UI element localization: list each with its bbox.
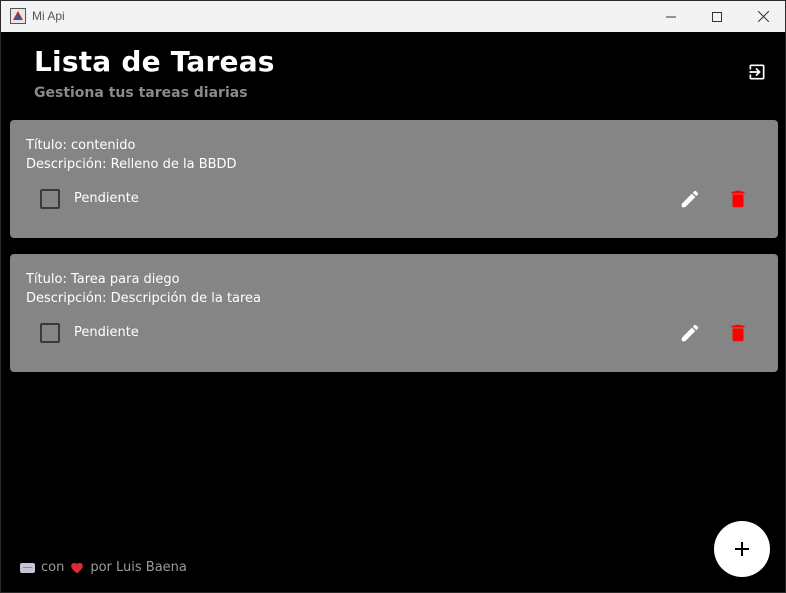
task-complete-checkbox[interactable] xyxy=(40,189,60,209)
add-task-button[interactable] xyxy=(714,521,770,577)
page-title: Lista de Tareas xyxy=(34,45,275,78)
maximize-icon xyxy=(712,11,722,22)
footer-author: por Luis Baena xyxy=(90,560,187,575)
task-description: Relleno de la BBDD xyxy=(110,157,237,172)
task-title-label: Título: xyxy=(26,272,67,287)
page-subtitle: Gestiona tus tareas diarias xyxy=(34,85,248,101)
delete-task-button[interactable] xyxy=(726,321,750,345)
task-title: contenido xyxy=(70,138,136,153)
title-bar[interactable]: Mi Api xyxy=(1,1,785,32)
delete-task-button[interactable] xyxy=(726,187,750,211)
pencil-icon xyxy=(681,324,699,342)
task-status: Pendiente xyxy=(74,191,139,206)
java-app-icon xyxy=(10,8,26,24)
task-description: Descripción de la tarea xyxy=(110,291,262,306)
app-window: Mi Api Lista de Tareas Gestiona tus tare… xyxy=(0,0,786,593)
task-description-label: Descripción: xyxy=(26,157,107,172)
trash-icon xyxy=(731,190,745,208)
task-title-line: Título: Tarea para diego xyxy=(26,272,180,287)
keyboard-icon xyxy=(20,562,35,573)
task-card: Título: Tarea para diego Descripción: De… xyxy=(10,254,778,372)
main-content: Lista de Tareas Gestiona tus tareas diar… xyxy=(1,32,785,592)
plus-icon xyxy=(735,542,749,556)
logout-icon xyxy=(749,64,765,80)
maximize-button[interactable] xyxy=(694,1,740,32)
task-description-line: Descripción: Descripción de la tarea xyxy=(26,291,261,306)
task-description-label: Descripción: xyxy=(26,291,107,306)
minimize-icon xyxy=(666,16,676,17)
edit-task-button[interactable] xyxy=(678,187,702,211)
task-status: Pendiente xyxy=(74,325,139,340)
heart-icon xyxy=(71,562,84,574)
task-title-line: Título: contenido xyxy=(26,138,135,153)
logout-button[interactable] xyxy=(746,61,768,83)
task-complete-checkbox[interactable] xyxy=(40,323,60,343)
close-button[interactable] xyxy=(740,1,786,32)
task-title: Tarea para diego xyxy=(70,272,180,287)
footer-con: con xyxy=(41,560,65,575)
trash-icon xyxy=(731,324,745,342)
window-title: Mi Api xyxy=(32,9,65,23)
minimize-button[interactable] xyxy=(648,1,694,32)
footer-credits: con por Luis Baena xyxy=(20,560,187,575)
pencil-icon xyxy=(681,190,699,208)
task-card: Título: contenido Descripción: Relleno d… xyxy=(10,120,778,238)
task-description-line: Descripción: Relleno de la BBDD xyxy=(26,157,237,172)
close-icon xyxy=(757,11,769,22)
edit-task-button[interactable] xyxy=(678,321,702,345)
task-title-label: Título: xyxy=(26,138,67,153)
